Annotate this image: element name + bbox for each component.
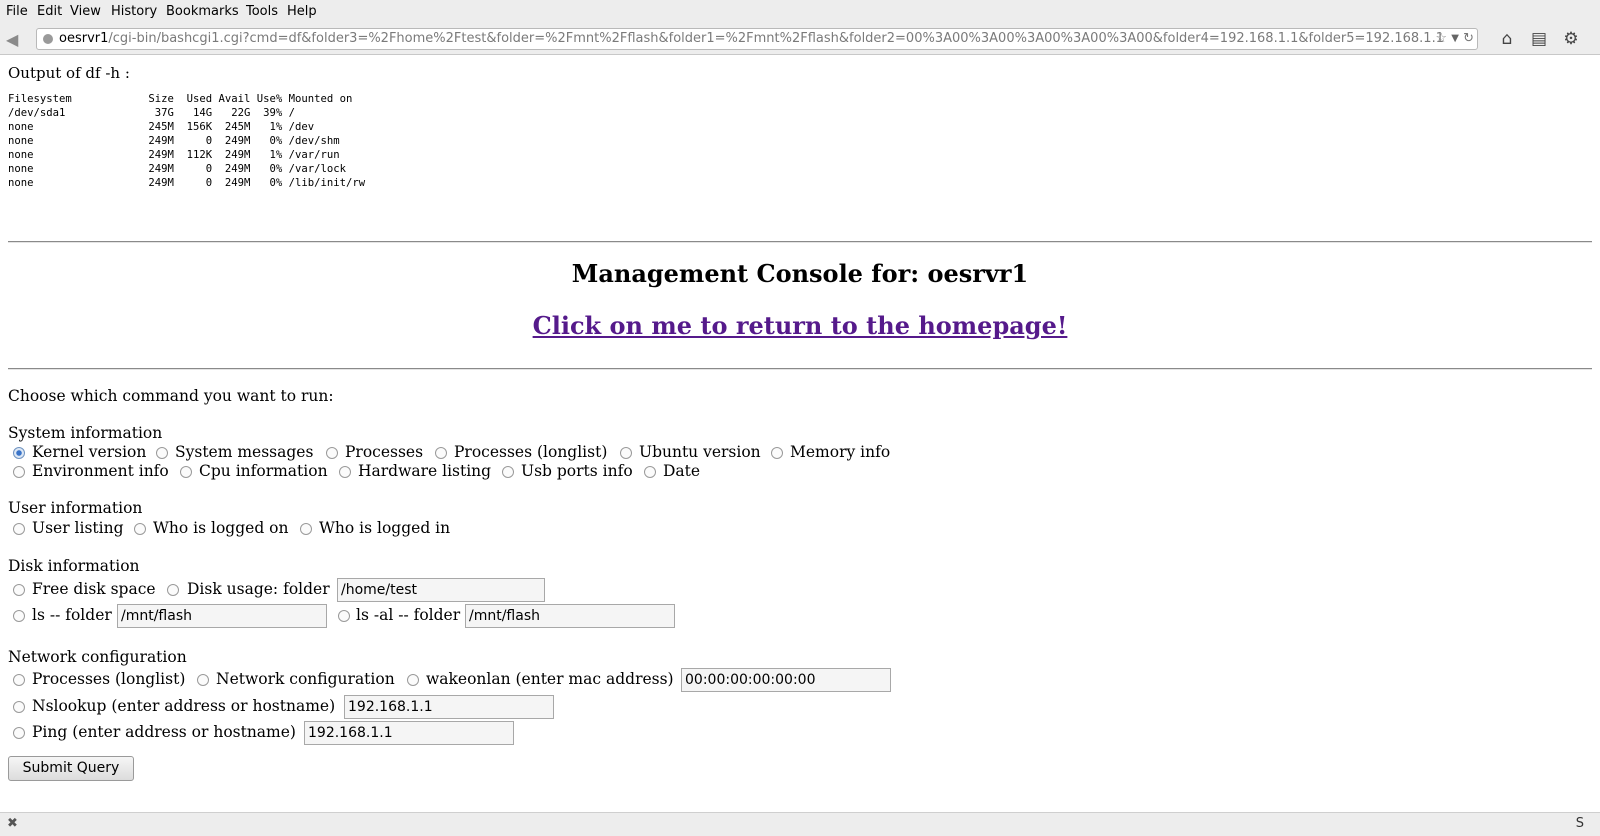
back-arrow-icon[interactable]: ◀ (6, 30, 26, 49)
label-nslookup: Nslookup (enter address or hostname) (32, 697, 336, 715)
radio-who-is-logged-on[interactable] (134, 523, 146, 535)
menu-tools[interactable]: Tools (246, 4, 278, 19)
label-date: Date (663, 462, 701, 480)
radio-ls-al-folder[interactable] (338, 610, 350, 622)
divider (8, 368, 1592, 370)
section-user-information: User information (8, 499, 143, 517)
label-processes-longlist: Processes (longlist) (454, 443, 608, 461)
url-host: oesrvr1 (59, 31, 109, 46)
disk-usage-folder-input[interactable]: /home/test (337, 578, 545, 602)
label-processes: Processes (345, 443, 424, 461)
radio-ls-folder[interactable] (13, 610, 25, 622)
radio-nslookup[interactable] (13, 701, 25, 713)
command-prompt: Choose which command you want to run: (8, 387, 334, 405)
radio-processes-longlist[interactable] (435, 447, 447, 459)
menu-history[interactable]: History (111, 4, 157, 19)
chevron-down-icon[interactable]: ▼ (1451, 29, 1459, 49)
homepage-link[interactable]: Click on me to return to the homepage! (0, 311, 1600, 340)
print-icon[interactable]: ▤ (1528, 29, 1550, 49)
label-ls-folder: ls -- folder (32, 606, 112, 624)
label-wakeonlan: wakeonlan (enter mac address) (426, 670, 674, 688)
label-free-disk-space: Free disk space (32, 580, 156, 598)
label-ubuntu-version: Ubuntu version (639, 443, 761, 461)
page-content: Output of df -h : Filesystem Size Used A… (0, 55, 1600, 812)
addon-tool-icon[interactable]: ⚙ (1560, 29, 1582, 49)
radio-memory-info[interactable] (771, 447, 783, 459)
menu-bookmarks[interactable]: Bookmarks (166, 4, 239, 19)
label-cpu-information: Cpu information (199, 462, 328, 480)
radio-ubuntu-version[interactable] (620, 447, 632, 459)
radio-user-listing[interactable] (13, 523, 25, 535)
section-system-information: System information (8, 424, 163, 442)
radio-wakeonlan[interactable] (407, 674, 419, 686)
label-usb-ports-info: Usb ports info (521, 462, 633, 480)
radio-environment-info[interactable] (13, 466, 25, 478)
label-user-listing: User listing (32, 519, 124, 537)
section-network-configuration: Network configuration (8, 648, 187, 666)
df-output: Filesystem Size Used Avail Use% Mounted … (8, 93, 366, 189)
menu-file[interactable]: File (6, 4, 28, 19)
url-bar[interactable]: oesrvr1/cgi-bin/bashcgi1.cgi?cmd=df&fold… (36, 28, 1478, 50)
radio-processes[interactable] (326, 447, 338, 459)
menu-help[interactable]: Help (287, 4, 317, 19)
radio-free-disk-space[interactable] (13, 584, 25, 596)
label-kernel-version: Kernel version (32, 443, 147, 461)
radio-date[interactable] (644, 466, 656, 478)
label-environment-info: Environment info (32, 462, 169, 480)
close-icon[interactable]: ✖ (7, 816, 18, 831)
status-bar: ✖ S (0, 812, 1600, 836)
radio-usb-ports-info[interactable] (502, 466, 514, 478)
ping-host-input[interactable]: 192.168.1.1 (304, 721, 514, 745)
status-s-icon: S (1575, 816, 1584, 831)
section-disk-information: Disk information (8, 557, 140, 575)
submit-query-button[interactable]: Submit Query (8, 756, 134, 781)
url-text: oesrvr1/cgi-bin/bashcgi1.cgi?cmd=df&fold… (59, 29, 1444, 49)
page-title: Management Console for: oesrvr1 (571, 259, 1029, 288)
ls-al-folder-input[interactable]: /mnt/flash (465, 604, 675, 628)
radio-kernel-version[interactable] (13, 447, 25, 459)
nslookup-host-input[interactable]: 192.168.1.1 (344, 695, 554, 719)
label-who-is-logged-on: Who is logged on (153, 519, 289, 537)
label-network-processes-longlist: Processes (longlist) (32, 670, 186, 688)
radio-who-is-logged-in[interactable] (300, 523, 312, 535)
radio-cpu-information[interactable] (180, 466, 192, 478)
menu-edit[interactable]: Edit (37, 4, 62, 19)
radio-network-processes-longlist[interactable] (13, 674, 25, 686)
output-title: Output of df -h : (8, 64, 130, 82)
radio-hardware-listing[interactable] (339, 466, 351, 478)
label-ls-al-folder: ls -al -- folder (356, 606, 461, 624)
label-system-messages: System messages (175, 443, 314, 461)
home-icon[interactable]: ⌂ (1496, 29, 1518, 49)
bookmark-star-icon[interactable]: ☆ (1435, 29, 1447, 49)
label-hardware-listing: Hardware listing (358, 462, 492, 480)
radio-disk-usage-folder[interactable] (167, 584, 179, 596)
radio-network-configuration[interactable] (197, 674, 209, 686)
label-network-configuration: Network configuration (216, 670, 395, 688)
menu-view[interactable]: View (70, 4, 101, 19)
label-disk-usage-folder: Disk usage: folder (187, 580, 330, 598)
label-ping: Ping (enter address or hostname) (32, 723, 296, 741)
reload-icon[interactable]: ↻ (1463, 29, 1474, 49)
radio-system-messages[interactable] (156, 447, 168, 459)
label-who-is-logged-in: Who is logged in (319, 519, 451, 537)
mac-address-input[interactable]: 00:00:00:00:00:00 (681, 668, 891, 692)
url-path: /cgi-bin/bashcgi1.cgi?cmd=df&folder3=%2F… (108, 31, 1444, 46)
ls-folder-input[interactable]: /mnt/flash (117, 604, 327, 628)
navigation-toolbar: ◀ oesrvr1/cgi-bin/bashcgi1.cgi?cmd=df&fo… (0, 24, 1600, 55)
menu-bar: File Edit View History Bookmarks Tools H… (0, 0, 1600, 24)
site-identity-icon[interactable] (43, 34, 53, 44)
radio-ping[interactable] (13, 727, 25, 739)
divider (8, 241, 1592, 243)
label-memory-info: Memory info (790, 443, 891, 461)
